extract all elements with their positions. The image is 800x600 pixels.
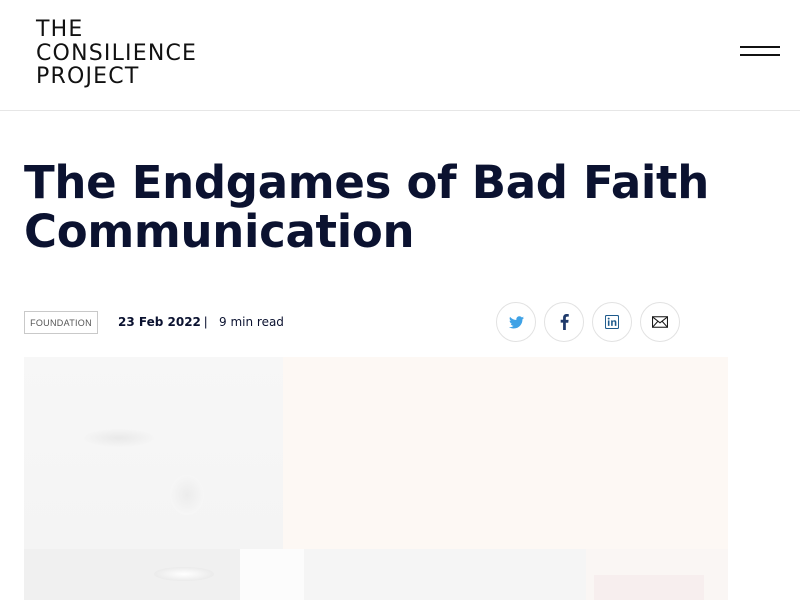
publish-date: 23 Feb 2022 xyxy=(118,315,201,329)
share-facebook-button[interactable] xyxy=(544,302,584,342)
article-title-line-1: The Endgames of Bad Faith xyxy=(24,156,709,209)
article-title-line-2: Communication xyxy=(24,205,415,258)
hero-panel-right xyxy=(586,549,728,600)
twitter-icon xyxy=(508,315,524,328)
logo-line-2: CONSILIENCE xyxy=(36,40,198,66)
facebook-icon xyxy=(560,314,569,330)
article-title: The Endgames of Bad Faith Communication xyxy=(24,158,724,256)
hero-blush-shape xyxy=(594,575,704,600)
hero-nose-shape xyxy=(170,475,204,515)
hero-panel-middle xyxy=(304,549,586,600)
read-time: 9 min read xyxy=(219,315,284,329)
site-logo[interactable]: THE CONSILIENCE PROJECT xyxy=(36,18,197,89)
menu-bar-top xyxy=(740,46,780,48)
hamburger-menu-icon[interactable] xyxy=(740,46,780,64)
meta-separator: | xyxy=(204,314,208,329)
category-tag[interactable]: FOUNDATION xyxy=(24,311,98,334)
hero-panel-face-top xyxy=(24,357,283,549)
hero-panel-peach xyxy=(283,357,728,549)
mail-icon xyxy=(652,316,668,328)
logo-line-3: PROJECT xyxy=(36,64,140,89)
hero-image xyxy=(24,357,728,600)
share-twitter-button[interactable] xyxy=(496,302,536,342)
linkedin-icon xyxy=(605,315,619,329)
share-email-button[interactable] xyxy=(640,302,680,342)
hero-mouth-shape xyxy=(154,567,214,581)
logo-line-1: THE xyxy=(36,17,84,42)
menu-bar-bottom xyxy=(740,54,780,56)
site-header: THE CONSILIENCE PROJECT xyxy=(0,0,800,111)
hero-panel-face-bottom xyxy=(24,549,240,600)
hero-eye-shape xyxy=(84,429,154,447)
share-linkedin-button[interactable] xyxy=(592,302,632,342)
